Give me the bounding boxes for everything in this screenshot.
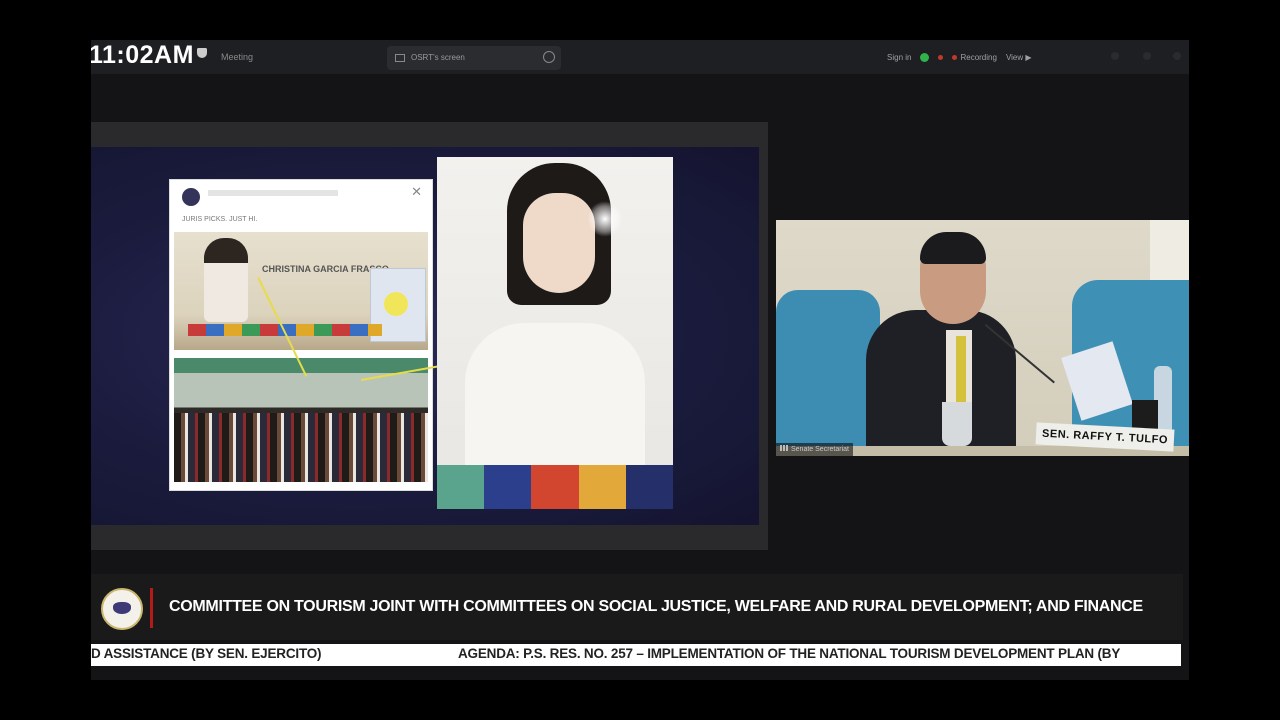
dress-shape (465, 323, 645, 473)
committee-title: COMMITTEE ON TOURISM JOINT WITH COMMITTE… (169, 598, 1143, 615)
hair (920, 232, 986, 264)
social-media-post: ✕ JURIS PICKS. JUST HI. CHRISTINA GARCIA… (169, 179, 433, 491)
maximize-icon[interactable] (1143, 52, 1151, 60)
avatar (182, 188, 200, 206)
tile (484, 465, 532, 509)
news-ticker: D ASSISTANCE (BY SEN. EJERCITO) AGENDA: … (91, 644, 1181, 666)
view-label: View (1005, 52, 1024, 62)
tile (531, 465, 579, 509)
post-caption: JURIS PICKS. JUST HI. (182, 216, 258, 223)
toolbar-controls: Sign in Recording View ▶ (887, 50, 1032, 64)
pattern-tiles (437, 465, 673, 509)
participant-name: Senate Secretariat (791, 446, 849, 453)
tie (956, 336, 966, 408)
encryption-icon[interactable] (920, 52, 930, 62)
highlight-circle (384, 292, 408, 316)
crowd-photo (174, 358, 428, 482)
time-text: 11:02AM (91, 41, 194, 69)
crowd-figures (174, 412, 428, 482)
accent-bar (150, 588, 153, 628)
shield-icon (196, 48, 207, 59)
sign-in-link[interactable]: Sign in (887, 53, 911, 62)
senator-video: SEN. RAFFY T. TULFO (776, 220, 1189, 456)
water-glass (942, 402, 972, 446)
ticker-agenda: AGENDA: P.S. RES. NO. 257 – IMPLEMENTATI… (458, 646, 1121, 661)
senate-seal-icon (101, 588, 143, 630)
alert-icon (938, 54, 944, 60)
presentation-slide: ✕ JURIS PICKS. JUST HI. CHRISTINA GARCIA… (91, 147, 759, 525)
tile (578, 465, 626, 509)
face-shape (523, 193, 595, 293)
play-icon: ▶ (1025, 52, 1032, 62)
recording-label: Recording (960, 52, 997, 62)
view-button[interactable]: View ▶ (1006, 53, 1032, 62)
record-dot-icon (952, 54, 958, 60)
ticker-text-left: D ASSISTANCE (BY SEN. EJERCITO) (91, 646, 322, 661)
lower-third-banner: COMMITTEE ON TOURISM JOINT WITH COMMITTE… (91, 574, 1183, 640)
event-photo: CHRISTINA GARCIA FRASCO (174, 232, 428, 350)
close-window-icon[interactable] (1173, 52, 1181, 60)
tile (625, 465, 673, 509)
meeting-toolbar: 11:02AM Meeting OSRT's screen Sign in Re… (91, 40, 1189, 74)
clock-overlay: 11:02AM (91, 41, 207, 70)
screen-share-tab[interactable]: OSRT's screen (387, 46, 561, 70)
portrait-photo (437, 157, 673, 509)
participant-video-tile[interactable]: SEN. RAFFY T. TULFO Senate Secretariat (776, 220, 1189, 456)
screen-icon (395, 54, 405, 62)
recording-indicator[interactable]: Recording (952, 52, 997, 62)
share-tab-label: OSRT's screen (411, 53, 465, 62)
chair-left (776, 290, 880, 456)
more-options-icon[interactable] (543, 51, 555, 63)
minimize-icon[interactable] (1111, 52, 1119, 60)
shared-screen-area: ✕ JURIS PICKS. JUST HI. CHRISTINA GARCIA… (91, 122, 768, 550)
close-icon: ✕ (411, 184, 422, 199)
meeting-label: Meeting (221, 52, 254, 62)
signal-icon (780, 445, 788, 451)
participant-label: Senate Secretariat (776, 443, 853, 456)
light-flare (587, 201, 623, 237)
person-figure (204, 238, 248, 322)
tile (437, 465, 485, 509)
post-username-blur (208, 190, 338, 196)
